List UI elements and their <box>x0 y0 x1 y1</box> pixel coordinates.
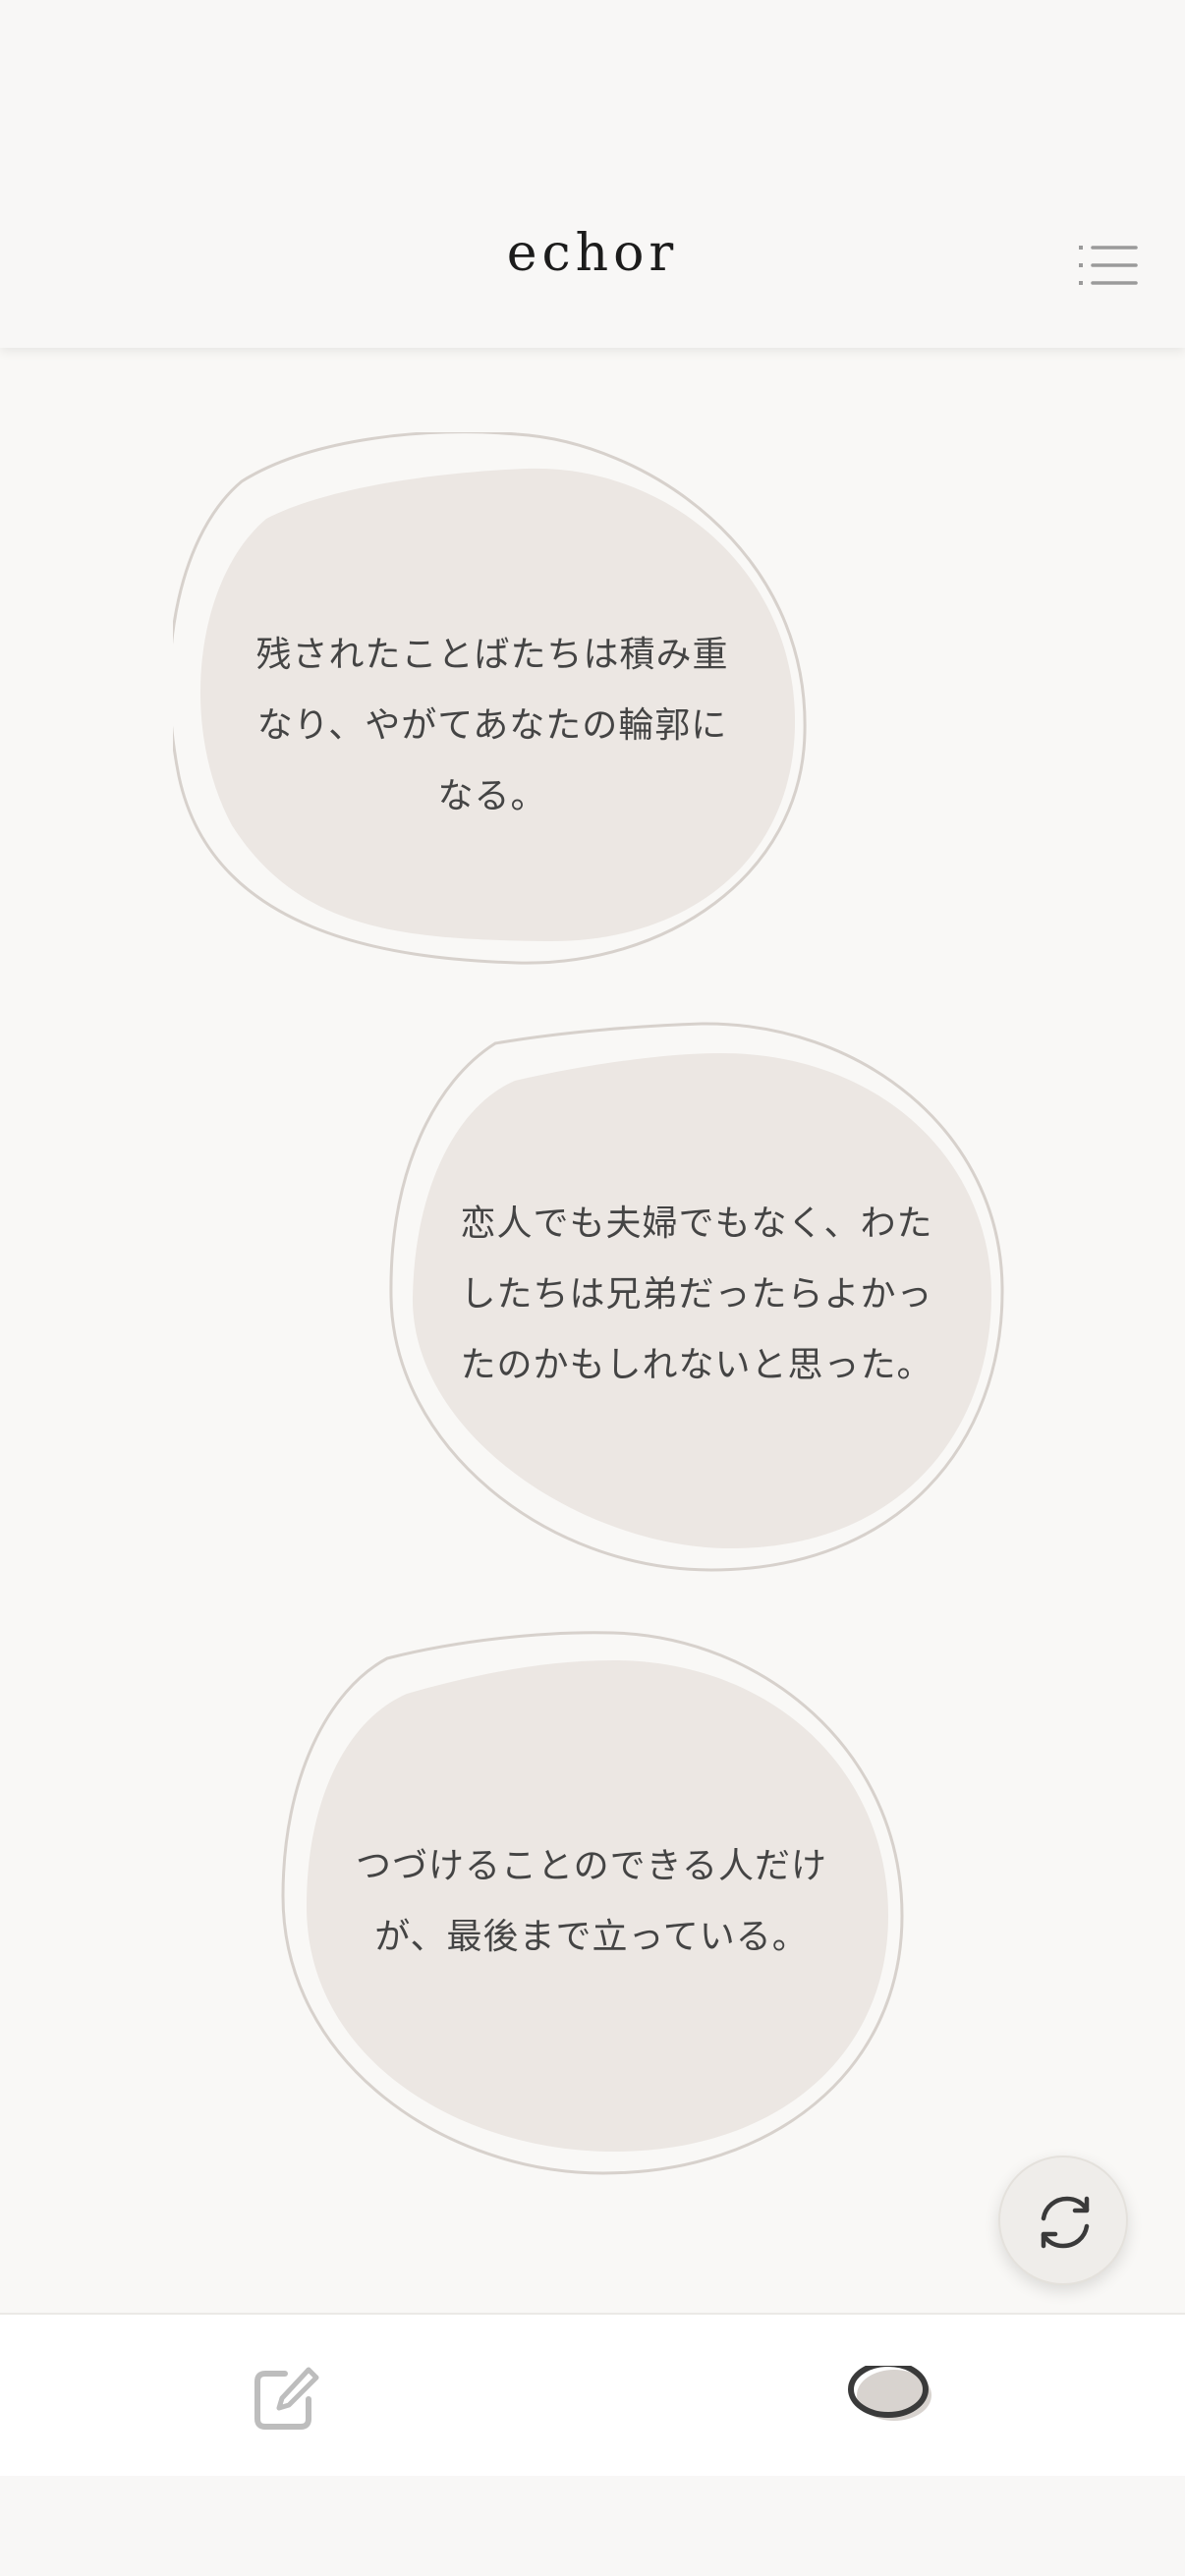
card-text-line: なり、やがてあなたの輪郭に <box>256 705 728 746</box>
card-text-line: したちは兄弟だったらよかっ <box>460 1274 933 1315</box>
card-text-line: たのかもしれないと思った。 <box>460 1345 933 1385</box>
card-text-line: が、最後まで立っている。 <box>374 1917 809 1957</box>
echo-card[interactable]: 残されたことばたちは積み重 なり、やがてあなたの輪郭に なる。 <box>173 432 812 969</box>
card-text-line: 恋人でも夫婦でもなく、わた <box>460 1204 933 1244</box>
app-header: echor <box>0 0 1185 348</box>
card-text-line: つづけることのできる人だけ <box>356 1846 827 1886</box>
refresh-icon <box>1041 2196 1090 2249</box>
bottom-nav <box>0 2313 1185 2476</box>
nav-echoes[interactable] <box>845 2361 939 2436</box>
refresh-button[interactable] <box>998 2156 1128 2285</box>
echo-feed: 残されたことばたちは積み重 なり、やがてあなたの輪郭に なる。 恋人でも夫婦でも… <box>0 348 1185 2311</box>
app-title: echor <box>506 224 679 283</box>
card-text-line: なる。 <box>437 776 547 816</box>
card-text-line: 残されたことばたちは積み重 <box>255 635 729 675</box>
bottom-safe-area <box>0 2476 1185 2576</box>
echo-card[interactable]: 恋人でも夫婦でもなく、わた したちは兄弟だったらよかっ たのかもしれないと思った… <box>387 1022 1006 1574</box>
compose-icon <box>254 2367 319 2430</box>
nav-compose[interactable] <box>252 2364 322 2435</box>
bubble-icon <box>848 2361 931 2421</box>
list-menu-icon <box>1079 246 1138 285</box>
menu-button[interactable] <box>1077 242 1140 291</box>
echo-card[interactable]: つづけることのできる人だけ が、最後まで立っている。 <box>279 1631 904 2177</box>
